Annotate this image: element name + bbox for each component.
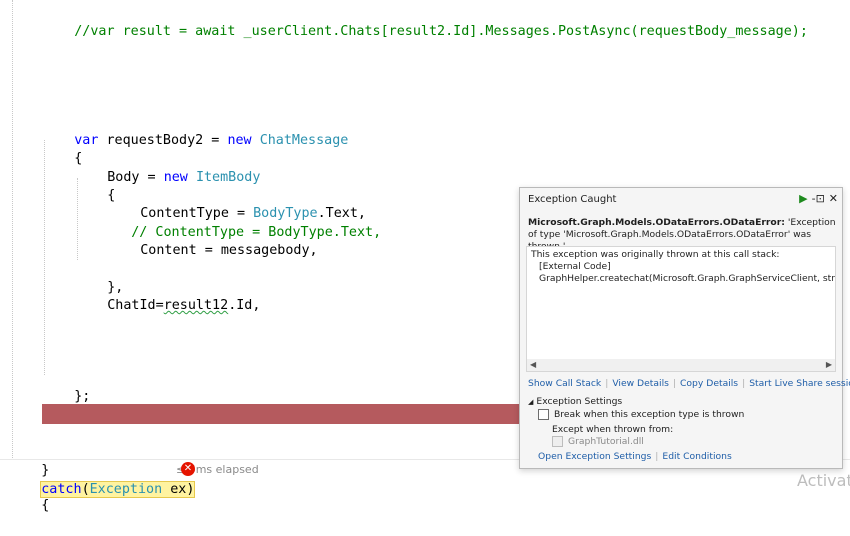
code-line-brace: }; [42,367,90,404]
catch-highlight: catch(Exception ex) [40,481,196,498]
warning-squiggle[interactable]: result12 [164,298,229,313]
popup-title: Exception Caught [528,194,617,205]
open-exception-settings-link[interactable]: Open Exception Settings [538,451,651,462]
code-line-chatid: ChatId=result12.Id, [75,276,260,313]
view-details-link[interactable]: View Details [612,378,669,389]
separator: | [655,451,659,462]
identifier: ChatId= [107,298,164,313]
comment-text: //var result = await _userClient.Chats[r… [74,24,808,39]
collapse-triangle-icon[interactable]: ◢ [528,398,533,406]
show-call-stack-link[interactable]: Show Call Stack [528,378,601,389]
code-line-exception[interactable]: var result = await _userClient.Chats[res… [42,404,542,441]
code-line-body: Body = new ItemBody [75,148,260,185]
except-when-thrown-label: Except when thrown from: [552,424,674,435]
code-line-brace: { [42,129,82,166]
separator: | [605,378,609,389]
type-name: Exception [89,482,163,497]
break-when-thrown-row[interactable]: Break when this exception type is thrown [538,409,744,420]
pin-icon[interactable]: -⊡ [812,191,825,207]
code-line-content: Content = messagebody, [108,221,317,258]
stack-frame[interactable]: GraphHelper.createchat(Microsoft.Graph.G… [539,273,835,284]
edit-conditions-link[interactable]: Edit Conditions [662,451,731,462]
continue-icon[interactable]: ▶ [799,191,807,207]
identifier: Content = messagebody, [140,243,318,258]
exception-type: Microsoft.Graph.Models.ODataErrors.OData… [528,217,785,228]
separator: | [672,378,677,389]
copy-details-link[interactable]: Copy Details [680,378,738,389]
live-share-link[interactable]: Start Live Share session [749,378,850,389]
code-line-contenttype: ContentType = BodyType.Text, [108,184,366,221]
dll-label: GraphTutorial.dll [568,436,644,447]
exception-statement: var result = await _userClient.Chats[res… [74,426,542,441]
type-name: ChatMessage [259,133,349,148]
dll-checkbox [552,436,563,447]
type-name: ItemBody [195,170,261,185]
identifier: .Id, [228,298,261,313]
stack-header: This exception was originally thrown at … [531,249,780,260]
exception-popup: Exception Caught ▶ -⊡ ✕ Microsoft.Graph.… [519,187,850,469]
paren: ( [81,482,90,497]
brace: }; [74,389,91,404]
brace: { [41,498,50,513]
dll-row: GraphTutorial.dll [552,436,644,447]
identifier: Body = [107,170,164,185]
exception-settings-header[interactable]: ◢ Exception Settings [528,396,622,407]
separator: | [742,378,746,389]
keyword-new: new [163,170,188,185]
code-line-comment: //var result = await _userClient.Chats[r… [42,2,808,39]
code-line-var-requestbody: var requestBody2 = new ChatMessage [42,111,348,148]
identifier: requestBody2 = [98,133,228,148]
scroll-left-icon[interactable]: ◀ [530,359,536,371]
exception-settings-title: Exception Settings [536,396,623,407]
exception-links: Show Call Stack | View Details | Copy Detail… [528,378,850,389]
code-line-comment-contenttype: // ContentType = BodyType.Text, [99,203,381,240]
code-line-brace: { [75,166,115,203]
break-label: Break when this exception type is thrown [554,409,745,420]
scroll-right-icon[interactable]: ▶ [826,359,832,371]
keyword-new: new [227,133,252,148]
settings-links: Open Exception Settings | Edit Conditions [538,451,732,462]
error-icon[interactable]: ✕ [181,462,195,476]
popup-controls: ▶ -⊡ ✕ [799,191,838,207]
indent-guide [12,0,13,460]
stack-frame: [External Code] [539,261,611,272]
activate-windows-watermark: Activate [797,471,850,490]
close-icon[interactable]: ✕ [829,191,838,207]
identifier: ex) [162,482,195,497]
code-line-brace: }, [75,258,123,295]
break-checkbox[interactable] [538,409,549,420]
call-stack-box[interactable]: This exception was originally thrown at … [526,246,836,372]
code-line-brace: } [9,441,49,478]
horizontal-scrollbar[interactable]: ◀ ▶ [527,359,835,371]
code-line-brace: { [9,476,49,513]
